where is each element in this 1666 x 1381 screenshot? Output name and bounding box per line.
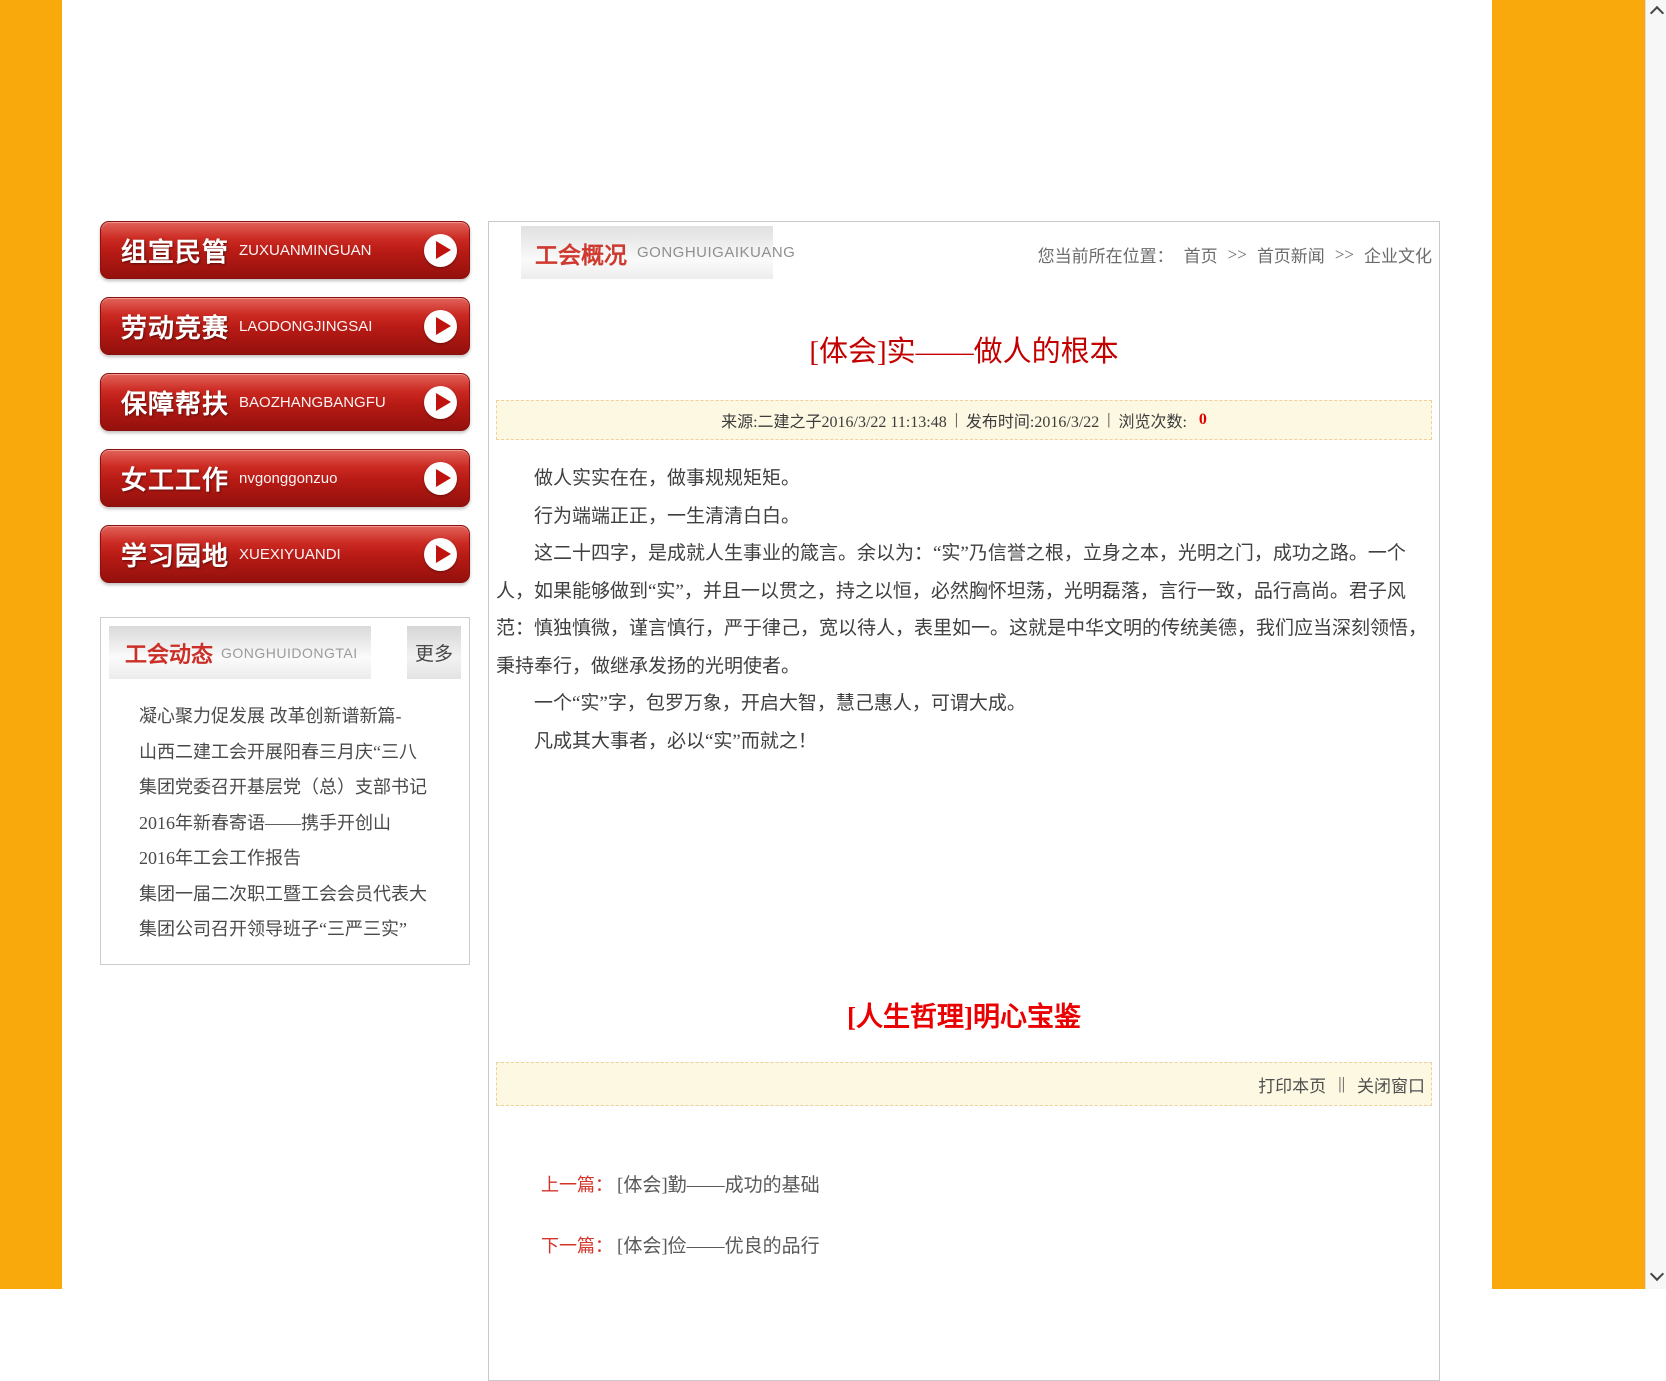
article-body: 做人实实在在，做事规规矩矩。 行为端端正正，一生清清白白。 这二十四字，是成就人… xyxy=(496,460,1432,760)
left-edge-decoration xyxy=(0,0,62,1289)
close-window-link[interactable]: 关闭窗口 xyxy=(1357,1072,1425,1097)
news-list-item[interactable]: 集团公司召开领导班子“三严三实” xyxy=(139,912,461,948)
union-news-title: 工会动态 xyxy=(125,637,213,669)
page: { "theme": { "edge_color": "#F9A90B", "b… xyxy=(0,0,1666,1289)
breadcrumb-category[interactable]: 企业文化 xyxy=(1364,242,1432,267)
union-news-title-block: 工会动态 GONGHUIDONGTAI xyxy=(109,626,371,679)
more-link[interactable]: 更多 xyxy=(407,626,461,679)
news-list-item[interactable]: 山西二建工会开展阳春三月庆“三八 xyxy=(139,735,461,771)
article-paragraph: 这二十四字，是成就人生事业的箴言。余以为：“实”乃信誉之根，立身之本，光明之门，… xyxy=(496,535,1432,685)
sidebar-button-pinyin: XUEXIYUANDI xyxy=(239,546,341,563)
sidebar-button-baozhangbangfu[interactable]: 保障帮扶 BAOZHANGBANGFU xyxy=(100,373,470,431)
news-list-item[interactable]: 集团一届二次职工暨工会会员代表大 xyxy=(139,877,461,913)
article-highlight-heading: [人生哲理]明心宝鉴 xyxy=(496,995,1432,1034)
sidebar-button-zuxuanminguan[interactable]: 组宣民管 ZUXUANMINGUAN xyxy=(100,221,470,279)
meta-divider: | xyxy=(1107,411,1110,429)
print-page-link[interactable]: 打印本页 xyxy=(1258,1072,1326,1097)
chevron-down-icon xyxy=(1650,1267,1664,1281)
play-icon xyxy=(424,310,457,343)
union-news-box: 工会动态 GONGHUIDONGTAI 更多 凝心聚力促发展 改革创新谱新篇- … xyxy=(100,617,470,965)
news-list-item[interactable]: 凝心聚力促发展 改革创新谱新篇- xyxy=(139,699,461,735)
section-pinyin: GONGHUIGAIKUANG xyxy=(637,244,795,261)
sidebar-button-label: 女工工作 xyxy=(121,460,229,497)
next-article-row: 下一篇： [体会]俭——优良的品行 xyxy=(496,1231,1432,1258)
article-title: [体会]实——做人的根本 xyxy=(496,328,1432,370)
scroll-up-button[interactable] xyxy=(1646,0,1666,24)
meta-publish-date: 发布时间:2016/3/22 xyxy=(966,408,1099,432)
sidebar-button-label: 组宣民管 xyxy=(121,232,229,269)
sidebar-button-label: 保障帮扶 xyxy=(121,384,229,421)
play-icon xyxy=(424,386,457,419)
news-list-item[interactable]: 2016年工会工作报告 xyxy=(139,841,461,877)
breadcrumb-news[interactable]: 首页新闻 xyxy=(1257,242,1325,267)
sidebar-button-nvgonggongzuo[interactable]: 女工工作 nvgonggonzuo xyxy=(100,449,470,507)
previous-article-row: 上一篇： [体会]勤——成功的基础 xyxy=(496,1170,1432,1197)
article-paragraph: 做人实实在在，做事规规矩矩。 xyxy=(496,460,1432,498)
scroll-down-button[interactable] xyxy=(1646,1265,1666,1289)
right-edge-decoration xyxy=(1492,0,1645,1289)
sidebar-button-pinyin: ZUXUANMINGUAN xyxy=(239,242,372,259)
meta-source: 来源:二建之子2016/3/22 11:13:48 xyxy=(721,408,947,432)
sidebar-button-laodongjingsai[interactable]: 劳动竞赛 LAODONGJINGSAI xyxy=(100,297,470,355)
section-title: 工会概况 xyxy=(535,236,627,270)
sidebar-button-xuexiyuandi[interactable]: 学习园地 XUEXIYUANDI xyxy=(100,525,470,583)
sidebar: 组宣民管 ZUXUANMINGUAN 劳动竞赛 LAODONGJINGSAI 保… xyxy=(100,221,470,965)
union-news-list: 凝心聚力促发展 改革创新谱新篇- 山西二建工会开展阳春三月庆“三八 集团党委召开… xyxy=(109,699,461,948)
sidebar-button-pinyin: nvgonggonzuo xyxy=(239,470,337,487)
meta-views-count: 0 xyxy=(1199,411,1207,429)
toolbar-separator: || xyxy=(1338,1074,1345,1094)
previous-article-label: 上一篇： xyxy=(541,1175,613,1195)
breadcrumb-separator: >> xyxy=(1228,245,1247,265)
article-paragraph: 一个“实”字，包罗万象，开启大智，慧己惠人，可谓大成。 xyxy=(496,685,1432,723)
meta-divider: | xyxy=(955,411,958,429)
article-paragraph: 凡成其大事者，必以“实”而就之！ xyxy=(496,723,1432,761)
article-paragraph: 行为端端正正，一生清清白白。 xyxy=(496,498,1432,536)
sidebar-button-label: 学习园地 xyxy=(121,536,229,573)
sidebar-button-pinyin: BAOZHANGBANGFU xyxy=(239,394,386,411)
sidebar-button-pinyin: LAODONGJINGSAI xyxy=(239,318,372,335)
news-list-item[interactable]: 2016年新春寄语——携手开创山 xyxy=(139,806,461,842)
breadcrumb-separator: >> xyxy=(1335,245,1354,265)
union-news-pinyin: GONGHUIDONGTAI xyxy=(221,645,358,661)
breadcrumb-home[interactable]: 首页 xyxy=(1184,242,1218,267)
chevron-up-icon xyxy=(1650,6,1664,20)
section-title-block: 工会概况 GONGHUIGAIKUANG xyxy=(521,226,773,279)
previous-article-link[interactable]: [体会]勤——成功的基础 xyxy=(617,1175,820,1196)
vertical-scrollbar[interactable] xyxy=(1645,0,1666,1289)
next-article-label: 下一篇： xyxy=(541,1236,613,1256)
panel-header: 工会概况 GONGHUIGAIKUANG 您当前所在位置： 首页 >> 首页新闻… xyxy=(496,226,1432,279)
breadcrumb-prefix: 您当前所在位置： xyxy=(1038,242,1174,267)
vertical-spacer xyxy=(496,760,1432,995)
meta-views-label: 浏览次数: xyxy=(1118,408,1186,432)
play-icon xyxy=(424,462,457,495)
article-meta-bar: 来源:二建之子2016/3/22 11:13:48 | 发布时间:2016/3/… xyxy=(496,400,1432,440)
play-icon xyxy=(424,234,457,267)
article-toolbar: 打印本页 || 关闭窗口 xyxy=(496,1062,1432,1106)
play-icon xyxy=(424,538,457,571)
main-content-panel: 工会概况 GONGHUIGAIKUANG 您当前所在位置： 首页 >> 首页新闻… xyxy=(488,221,1440,1381)
breadcrumb: 您当前所在位置： 首页 >> 首页新闻 >> 企业文化 xyxy=(1038,242,1432,267)
sidebar-button-label: 劳动竞赛 xyxy=(121,308,229,345)
next-article-link[interactable]: [体会]俭——优良的品行 xyxy=(617,1236,820,1257)
union-news-header: 工会动态 GONGHUIDONGTAI 更多 xyxy=(109,626,461,679)
news-list-item[interactable]: 集团党委召开基层党（总）支部书记 xyxy=(139,770,461,806)
